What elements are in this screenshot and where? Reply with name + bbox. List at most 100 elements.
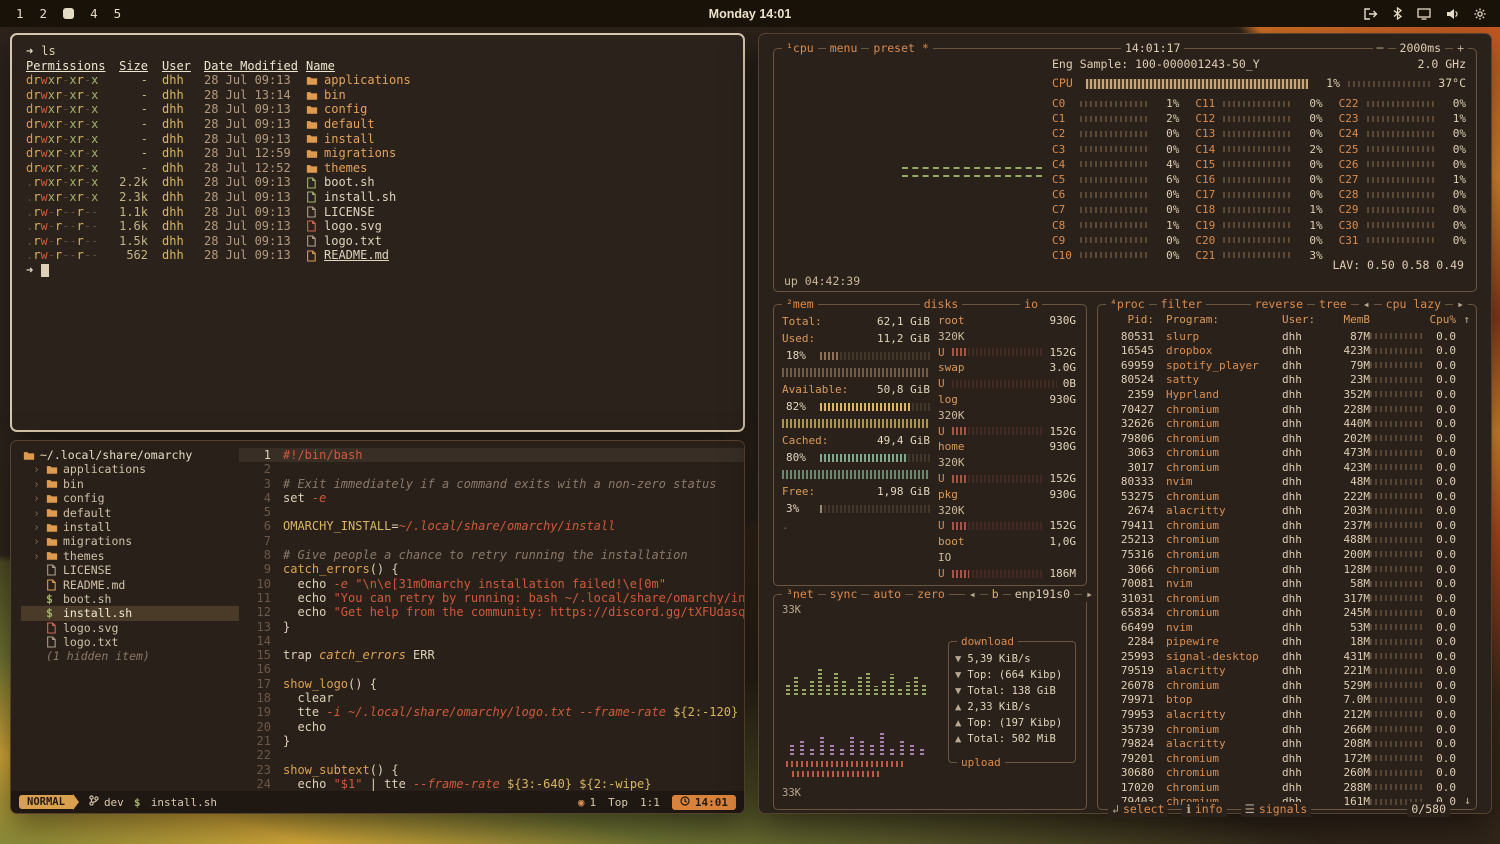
tree-item-README-md[interactable]: README.md (21, 578, 239, 592)
tree-item-logo-txt[interactable]: logo.txt (21, 635, 239, 649)
process-row[interactable]: 26078chromiumdhh529M0.0 (1098, 678, 1476, 693)
core-meter (1080, 237, 1148, 243)
net-stat-row: ▲Total: 502 MiB (955, 731, 1069, 747)
volume-icon[interactable] (1446, 8, 1459, 20)
logout-icon[interactable] (1364, 8, 1378, 20)
process-row[interactable]: 25213chromiumdhh488M0.0 (1098, 533, 1476, 548)
select-button[interactable]: ↲select (1108, 802, 1168, 817)
process-row[interactable]: 70081nvimdhh58M0.0 (1098, 576, 1476, 591)
workspace-3[interactable] (63, 8, 74, 19)
disk-used-meter (952, 380, 1057, 388)
header-program[interactable]: Program: (1154, 312, 1282, 327)
tree-item-themes[interactable]: ›themes (21, 549, 239, 563)
workspace-5[interactable]: 5 (114, 6, 122, 21)
io-mode-button[interactable]: io (1020, 297, 1042, 312)
disk-used-label: U (938, 376, 952, 392)
process-row[interactable]: 3063chromiumdhh473M0.0 (1098, 445, 1476, 460)
process-row[interactable]: 30680chromiumdhh260M0.0 (1098, 765, 1476, 780)
process-row[interactable]: 66499nvimdhh53M0.0 (1098, 620, 1476, 635)
tree-item-boot-sh[interactable]: $boot.sh (21, 592, 239, 606)
tree-item-applications[interactable]: ›applications (21, 462, 239, 476)
process-pid: 35739 (1106, 722, 1154, 737)
process-row[interactable]: 69959spotify_playerdhh79M0.0 (1098, 358, 1476, 373)
process-row[interactable]: 79519alacrittydhh221M0.0 (1098, 664, 1476, 679)
process-row[interactable]: 79971btopdhh7.0M0.0 (1098, 693, 1476, 708)
process-row[interactable]: 32626chromiumdhh440M0.0 (1098, 416, 1476, 431)
workspace-4[interactable]: 4 (90, 6, 98, 21)
workspace-2[interactable]: 2 (40, 6, 48, 21)
cpu-core-grid: C01%C12%C20%C30%C44%C56%C60%C70%C81%C90%… (1052, 96, 1466, 263)
process-row[interactable]: 80524sattydhh23M0.0 (1098, 373, 1476, 388)
auto-button[interactable]: auto (869, 587, 905, 602)
folder-icon (46, 493, 58, 504)
upload-graph-bar (830, 743, 834, 755)
sort-prev-button[interactable]: ◂ (1359, 297, 1374, 312)
process-row[interactable]: 3066chromiumdhh128M0.0 (1098, 562, 1476, 577)
cpu-core-row: C200% (1195, 233, 1322, 248)
code-line: 8# Give people a chance to retry running… (239, 548, 744, 562)
tree-item-logo-svg[interactable]: logo.svg (21, 621, 239, 635)
iface-next-button[interactable]: ▸ (1082, 587, 1097, 602)
process-row[interactable]: 2674alacrittydhh203M0.0 (1098, 504, 1476, 519)
header-user[interactable]: User: (1282, 312, 1324, 327)
tree-item-default[interactable]: ›default (21, 506, 239, 520)
process-row[interactable]: 75316chromiumdhh200M0.0 (1098, 547, 1476, 562)
info-button[interactable]: ℹinfo (1182, 802, 1226, 817)
signals-button[interactable]: ☰signals (1241, 802, 1312, 817)
process-row[interactable]: 35739chromiumdhh266M0.0 (1098, 722, 1476, 737)
screenshare-icon[interactable] (1417, 8, 1431, 20)
process-row[interactable]: 80333nvimdhh48M0.0 (1098, 474, 1476, 489)
tree-root[interactable]: ~/.local/share/omarchy (21, 448, 239, 462)
cpu-core-row: C20% (1052, 126, 1179, 141)
process-row[interactable]: 79806chromiumdhh202M0.0 (1098, 431, 1476, 446)
tree-item-config[interactable]: ›config (21, 491, 239, 505)
filter-button[interactable]: filter (1157, 297, 1207, 312)
btop-window[interactable]: ¹cpu menu preset * 14:01:17 ─ 2000ms + E… (758, 33, 1492, 814)
menu-button[interactable]: menu (826, 41, 862, 56)
tree-item-install[interactable]: ›install (21, 520, 239, 534)
bluetooth-icon[interactable] (1393, 7, 1402, 20)
process-row[interactable]: 25993signal-desktopdhh431M0.0 (1098, 649, 1476, 664)
disk-io: 320K (938, 503, 1076, 519)
reverse-button[interactable]: reverse (1251, 297, 1307, 312)
header-mem[interactable]: MemB (1324, 312, 1370, 327)
process-row[interactable]: 65834chromiumdhh245M0.0 (1098, 605, 1476, 620)
process-user: dhh (1282, 663, 1324, 678)
code-editor[interactable]: 1#!/bin/bash23# Exit immediately if a co… (239, 441, 744, 792)
core-percent: 0% (1297, 111, 1323, 126)
sort-next-button[interactable]: ▸ (1453, 297, 1468, 312)
process-row[interactable]: 79411chromiumdhh237M0.0 (1098, 518, 1476, 533)
process-row[interactable]: 17020chromiumdhh288M0.0 (1098, 780, 1476, 795)
process-row[interactable]: 2359Hyprlanddhh352M0.0 (1098, 387, 1476, 402)
process-row[interactable]: 3017chromiumdhh423M0.0 (1098, 460, 1476, 475)
interval-decrease-button[interactable]: ─ (1373, 41, 1388, 56)
process-row[interactable]: 31031chromiumdhh317M0.0 (1098, 591, 1476, 606)
process-row[interactable]: 79201chromiumdhh172M0.0 (1098, 751, 1476, 766)
process-row[interactable]: 70427chromiumdhh228M0.0 (1098, 402, 1476, 417)
sync-button[interactable]: sync (826, 587, 862, 602)
header-pid[interactable]: Pid: (1106, 312, 1154, 327)
terminal-window[interactable]: ➜ ls PermissionsSizeUserDate ModifiedNam… (10, 33, 745, 432)
interval-increase-button[interactable]: + (1453, 41, 1468, 56)
process-row[interactable]: 16545dropboxdhh423M0.0 (1098, 344, 1476, 359)
disk-used-row: U152G (938, 518, 1076, 534)
header-cpu[interactable]: Cpu% (1424, 312, 1456, 327)
tree-item-install-sh[interactable]: $install.sh (21, 606, 239, 620)
process-row[interactable]: 2284pipewiredhh18M0.0 (1098, 634, 1476, 649)
tree-item-LICENSE[interactable]: LICENSE (21, 563, 239, 577)
settings-icon[interactable] (1474, 8, 1486, 20)
process-row[interactable]: 79824alacrittydhh208M0.0 (1098, 736, 1476, 751)
preset-button[interactable]: preset * (869, 41, 932, 56)
tree-item-migrations[interactable]: ›migrations (21, 534, 239, 548)
process-row[interactable]: 53275chromiumdhh222M0.0 (1098, 489, 1476, 504)
iface-prev-button[interactable]: ◂ (965, 587, 980, 602)
process-row[interactable]: 80531slurpdhh87M0.0 (1098, 329, 1476, 344)
process-row[interactable]: 79953alacrittydhh212M0.0 (1098, 707, 1476, 722)
tree-item-bin[interactable]: ›bin (21, 477, 239, 491)
scroll-down-arrow[interactable]: ↓ (1464, 793, 1471, 808)
scroll-up-arrow[interactable]: ↑ (1456, 312, 1470, 327)
workspace-1[interactable]: 1 (16, 6, 24, 21)
zero-button[interactable]: zero (913, 587, 949, 602)
tree-button[interactable]: tree (1315, 297, 1351, 312)
editor-window[interactable]: ~/.local/share/omarchy›applications›bin›… (10, 440, 745, 814)
